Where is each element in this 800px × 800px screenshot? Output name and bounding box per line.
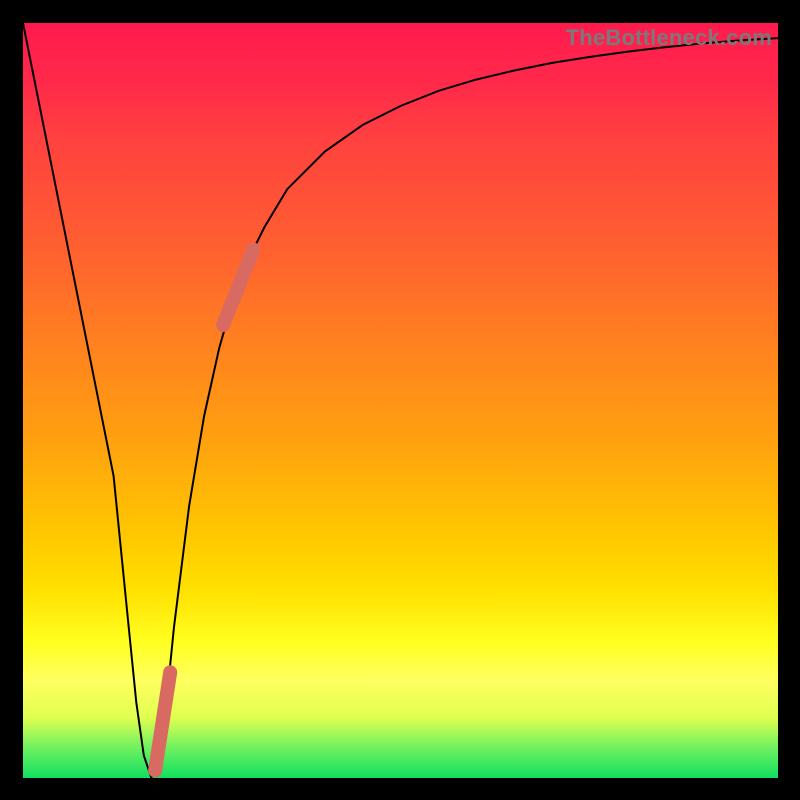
bottleneck-curve xyxy=(23,23,778,778)
highlight-segment-lower xyxy=(155,672,170,770)
gradient-plot-area: TheBottleneck.com xyxy=(23,23,778,778)
highlight-segment-upper xyxy=(223,250,253,326)
plot-svg xyxy=(23,23,778,778)
watermark-text: TheBottleneck.com xyxy=(566,25,772,51)
chart-container: TheBottleneck.com xyxy=(0,0,800,800)
